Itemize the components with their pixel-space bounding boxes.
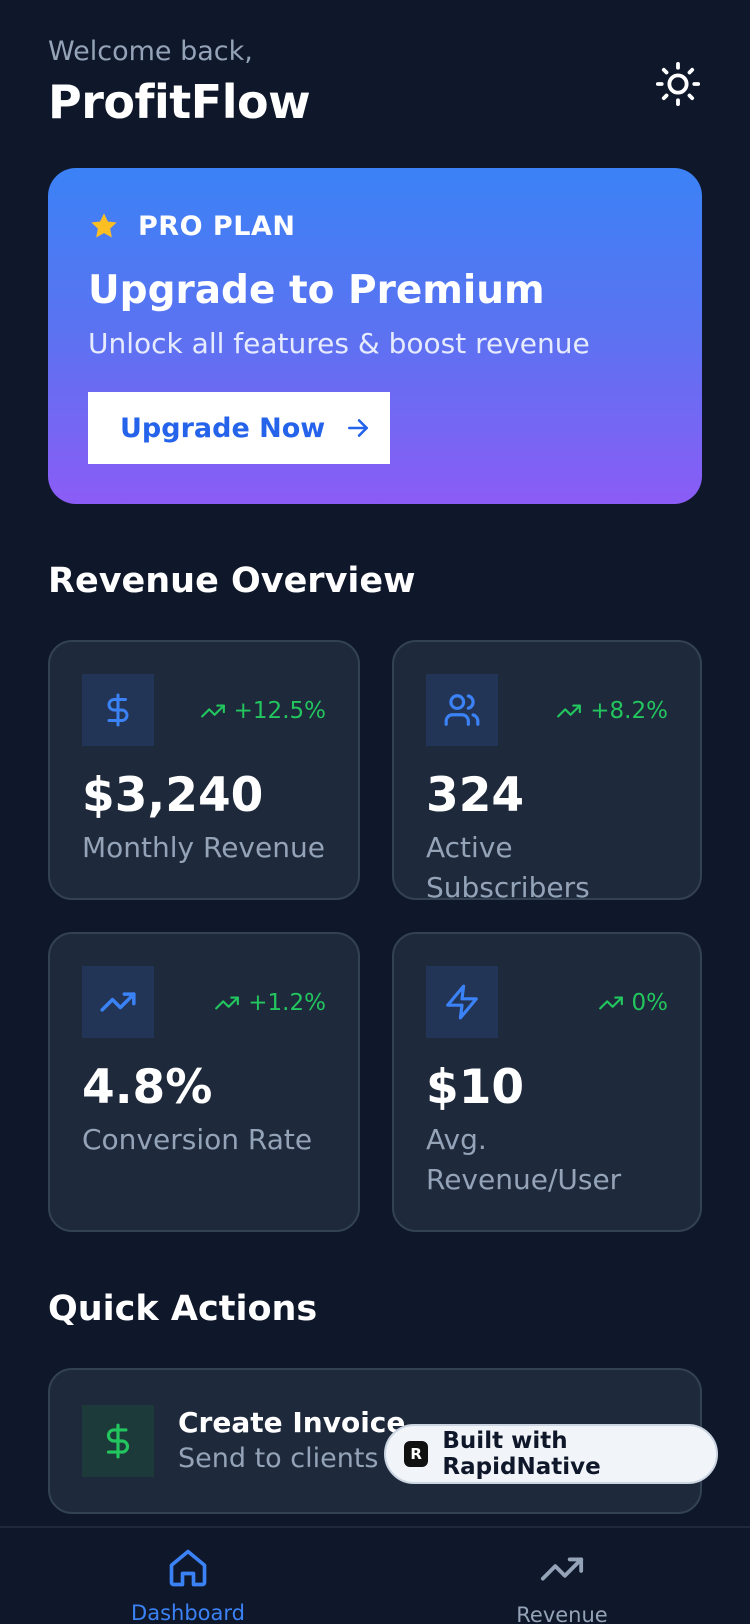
arrow-right-icon: [345, 415, 371, 441]
badge-text: Built with RapidNative: [442, 1428, 601, 1480]
trending-up-icon: [539, 1546, 585, 1592]
stat-card-avg-revenue-user[interactable]: 0% $10 Avg. Revenue/User: [392, 932, 702, 1232]
revenue-overview-title: Revenue Overview: [48, 561, 416, 601]
rapidnative-logo-icon: R: [404, 1441, 429, 1467]
bottom-tab-bar: Dashboard Revenue: [0, 1526, 750, 1624]
users-icon: [426, 674, 498, 746]
stat-value: 4.8%: [82, 1060, 213, 1115]
action-title: Create Invoice: [178, 1406, 406, 1439]
trend-indicator: +8.2%: [556, 698, 668, 724]
header: Welcome back, ProfitFlow: [48, 32, 702, 142]
tab-label: Dashboard: [131, 1601, 245, 1624]
stat-value: 324: [426, 768, 525, 823]
action-subtitle: Send to clients i: [178, 1443, 395, 1474]
stat-card-active-subscribers[interactable]: +8.2% 324 Active Subscribers: [392, 640, 702, 904]
pro-plan-badge: PRO PLAN: [88, 208, 662, 244]
trending-up-icon: [200, 704, 225, 718]
stat-label: Conversion Rate: [82, 1123, 313, 1156]
trend-value: +12.5%: [233, 698, 326, 724]
stat-value: $10: [426, 1060, 525, 1115]
trending-up-icon: [598, 996, 623, 1010]
trend-indicator: +12.5%: [200, 698, 326, 724]
trend-value: +1.2%: [248, 990, 326, 1016]
theme-toggle-button[interactable]: [654, 60, 702, 108]
stat-card-monthly-revenue[interactable]: +12.5% $3,240 Monthly Revenue: [48, 640, 360, 900]
promo-card: PRO PLAN Upgrade to Premium Unlock all f…: [48, 168, 702, 504]
upgrade-button-label: Upgrade Now: [120, 412, 326, 444]
dollar-icon: [82, 1405, 154, 1477]
home-icon: [166, 1546, 210, 1590]
stat-label: Avg. Revenue/User: [426, 1123, 622, 1196]
app-title: ProfitFlow: [48, 75, 311, 129]
trend-value: 0%: [631, 990, 669, 1016]
trending-up-icon: [215, 996, 240, 1010]
tab-dashboard[interactable]: Dashboard: [88, 1528, 288, 1624]
trend-indicator: 0%: [598, 990, 669, 1016]
built-with-rapidnative-badge[interactable]: R Built with RapidNative: [384, 1424, 718, 1484]
welcome-text: Welcome back,: [48, 36, 253, 67]
tab-label: Revenue: [516, 1603, 608, 1624]
stat-label: Active Subscribers: [426, 831, 590, 904]
stat-card-conversion-rate[interactable]: +1.2% 4.8% Conversion Rate: [48, 932, 360, 1232]
lightning-icon: [426, 966, 498, 1038]
action-text: Create Invoice Send to clients i: [178, 1405, 405, 1477]
tab-revenue[interactable]: Revenue: [462, 1528, 662, 1624]
trending-up-icon: [82, 966, 154, 1038]
quick-actions-title: Quick Actions: [48, 1289, 318, 1329]
badge-label: PRO PLAN: [138, 210, 296, 242]
sun-icon: [655, 61, 701, 107]
upgrade-now-button[interactable]: Upgrade Now: [88, 392, 390, 464]
stat-label: Monthly Revenue: [82, 831, 325, 864]
star-icon: [88, 210, 120, 242]
dollar-icon: [82, 674, 154, 746]
trend-indicator: +1.2%: [214, 990, 326, 1016]
promo-subtitle: Unlock all features & boost revenue: [88, 327, 590, 360]
trend-value: +8.2%: [590, 698, 668, 724]
stat-value: $3,240: [82, 768, 264, 823]
trending-up-icon: [557, 704, 582, 718]
promo-title: Upgrade to Premium: [88, 268, 545, 313]
